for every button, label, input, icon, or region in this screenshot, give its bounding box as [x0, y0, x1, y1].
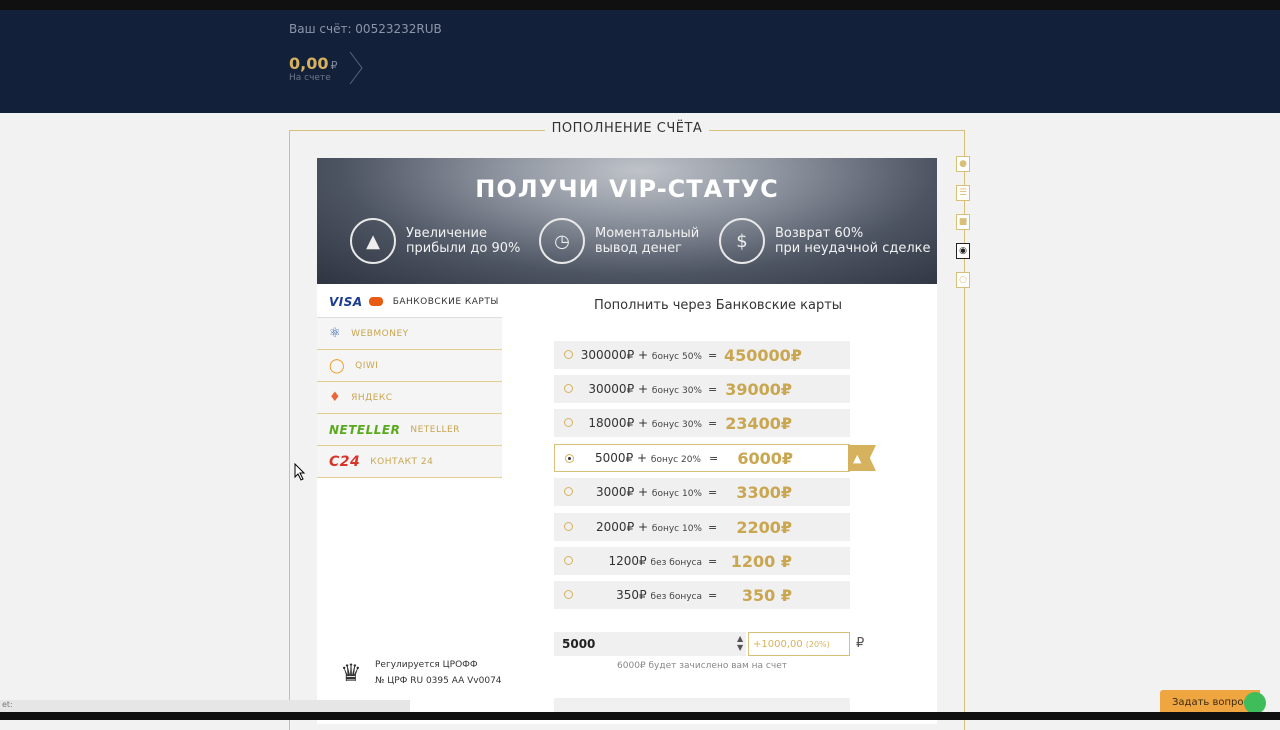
webmoney-icon: ⚛ [329, 326, 342, 341]
qiwi-icon: ◯ [329, 357, 346, 374]
package-row[interactable]: 300000₽ + бонус 50% = 450000₽ [554, 341, 850, 369]
feature-refund: $ Возврат 60% при неудачной сделке [719, 218, 931, 264]
contact24-logo: C24 [329, 453, 361, 470]
radio-button[interactable] [564, 384, 573, 393]
browser-top-bar [0, 0, 1280, 10]
method-webmoney[interactable]: ⚛ WEBMONEY [317, 318, 502, 350]
neteller-logo: NETELLER [329, 422, 401, 437]
balance-caption: На счете [289, 73, 331, 83]
chevron-right-icon[interactable] [346, 50, 366, 86]
checklist-icon[interactable]: ☰ [956, 185, 970, 201]
pin-icon[interactable]: ○ [956, 272, 970, 288]
package-row[interactable]: 18000₽ + бонус 30% = 23400₽ [554, 409, 850, 437]
amount-input[interactable] [554, 632, 746, 656]
radio-button[interactable] [565, 454, 574, 463]
visa-logo: VISA [329, 294, 363, 309]
mouse-cursor-icon [294, 463, 306, 481]
feature-profit: ▲ Увеличение прибыли до 90% [350, 218, 520, 264]
method-neteller[interactable]: NETELLER NETELLER [317, 414, 502, 446]
account-number: Ваш счёт: 00523232RUB [289, 22, 442, 36]
side-nav: ● ☰ ■ ◉ ○ [956, 156, 970, 301]
method-yandex[interactable]: ♦ ЯНДЕКС [317, 382, 502, 414]
regulation-info: ♛ Регулируется ЦРОФФ № ЦРФ RU 0395 AA Vv… [336, 657, 501, 689]
growth-chart-icon: ▲ [350, 218, 396, 264]
mastercard-icon [368, 297, 383, 306]
chat-status-icon [1244, 692, 1266, 714]
wallet-icon[interactable]: ◉ [956, 243, 970, 259]
browser-status-bar: et: [0, 700, 410, 712]
credit-note: 6000₽ будет зачислено вам на счет [617, 661, 787, 671]
method-bank-cards[interactable]: VISA БАНКОВСКИЕ КАРТЫ [317, 286, 502, 318]
pay-method-title: Пополнить через Банковские карты [593, 298, 843, 313]
balance-amount[interactable]: 0,00 ₽ [289, 54, 337, 73]
yandex-money-icon: ♦ [329, 390, 342, 405]
dollar-coin-icon: $ [719, 218, 765, 264]
amount-stepper[interactable]: ▲ ▼ [737, 634, 743, 652]
vip-banner[interactable]: ПОЛУЧИ VIP-СТАТУС ▲ Увеличение прибыли до… [317, 158, 937, 284]
package-row[interactable]: 30000₽ + бонус 30% = 39000₽ [554, 375, 850, 403]
clock-icon: ◷ [539, 218, 585, 264]
account-header: Ваш счёт: 00523232RUB 0,00 ₽ На счете [0, 10, 1280, 113]
lock-icon[interactable]: ■ [956, 214, 970, 230]
feature-withdrawal: ◷ Моментальный вывод денег [539, 218, 699, 264]
radio-button[interactable] [564, 590, 573, 599]
package-row-selected[interactable]: 5000₽ + бонус 20% = 6000₽ [554, 444, 850, 472]
radio-button[interactable] [564, 487, 573, 496]
method-qiwi[interactable]: ◯ QIWI [317, 350, 502, 382]
radio-button[interactable] [564, 350, 573, 359]
package-row[interactable]: 2000₽ + бонус 10% = 2200₽ [554, 513, 850, 541]
radio-button[interactable] [564, 522, 573, 531]
currency-symbol: ₽ [856, 636, 865, 651]
payment-methods: VISA БАНКОВСКИЕ КАРТЫ ⚛ WEBMONEY ◯ QIWI … [317, 286, 502, 478]
package-row[interactable]: 1200₽ без бонуса = 1200 ₽ [554, 547, 850, 575]
radio-button[interactable] [564, 418, 573, 427]
package-row[interactable]: 3000₽ + бонус 10% = 3300₽ [554, 478, 850, 506]
bonus-display: +1000,00 (20%) [748, 632, 850, 656]
radio-button[interactable] [564, 556, 573, 565]
coat-of-arms-icon: ♛ [340, 659, 362, 687]
panel-title: ПОПОЛНЕНИЕ СЧЁТА [545, 121, 709, 136]
method-contact24[interactable]: C24 КОНТАКТ 24 [317, 446, 502, 478]
user-icon[interactable]: ● [956, 156, 970, 172]
package-row[interactable]: 350₽ без бонуса = 350 ₽ [554, 581, 850, 609]
browser-bottom-bar [0, 712, 1280, 720]
banner-title: ПОЛУЧИ VIP-СТАТУС [475, 175, 779, 203]
